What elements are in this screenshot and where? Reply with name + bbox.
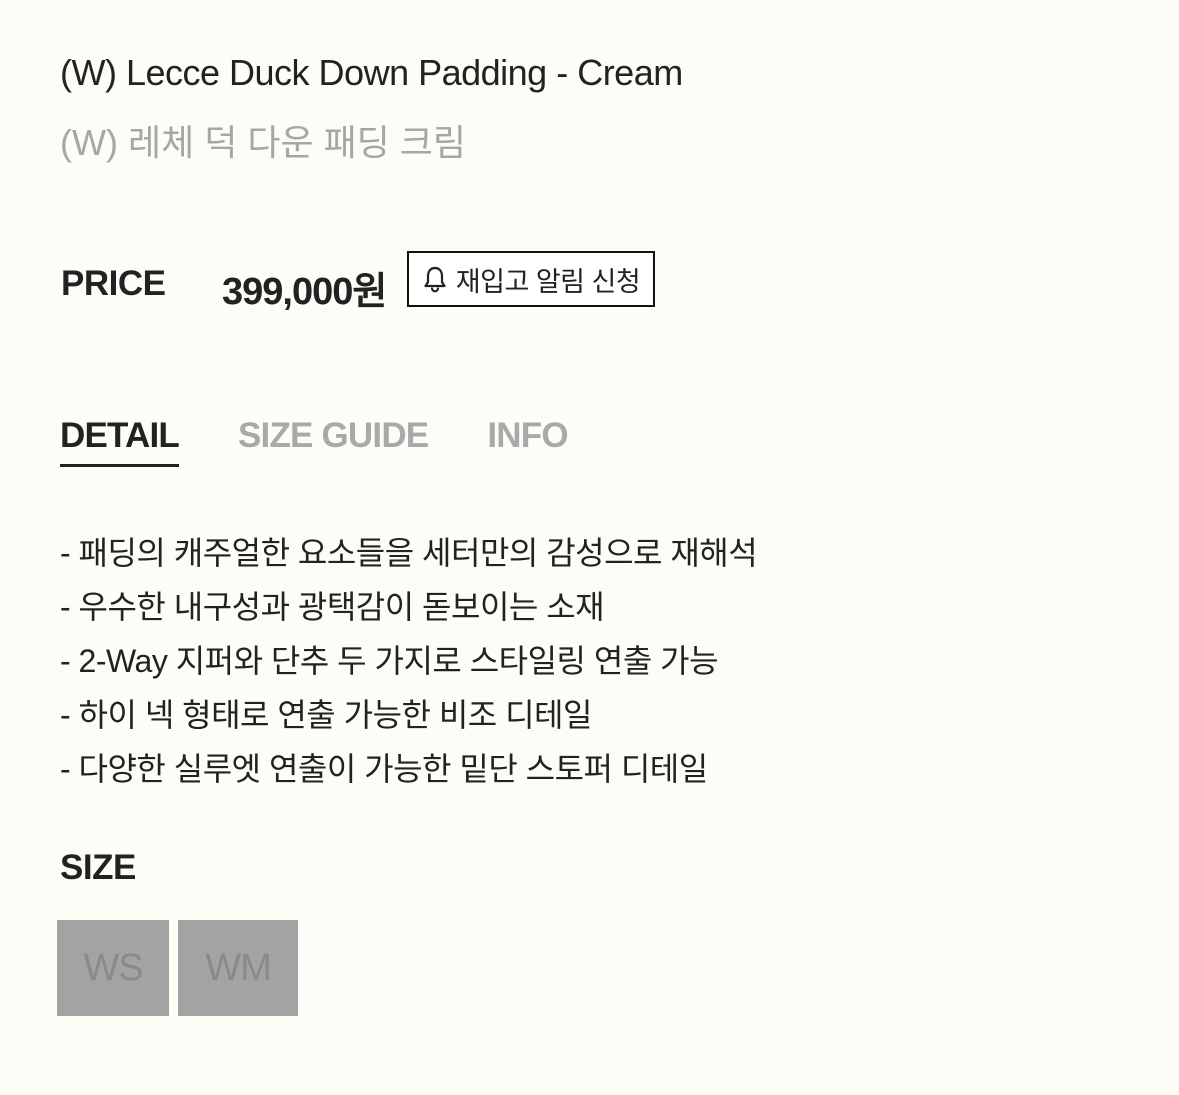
tab-size-guide[interactable]: SIZE GUIDE — [238, 416, 429, 467]
tab-detail[interactable]: DETAIL — [60, 416, 180, 467]
size-option-wm[interactable]: WM — [178, 920, 298, 1016]
tab-info[interactable]: INFO — [487, 416, 568, 467]
detail-tabs: DETAIL SIZE GUIDE INFO — [60, 416, 569, 467]
restock-alert-button[interactable]: 재입고 알림 신청 — [407, 251, 655, 307]
detail-item: - 다양한 실루엣 연출이 가능한 밑단 스토퍼 디테일 — [60, 751, 708, 787]
bell-icon — [424, 266, 446, 293]
restock-alert-label: 재입고 알림 신청 — [455, 266, 641, 297]
detail-item: - 패딩의 캐주얼한 요소들을 세터만의 감성으로 재해석 — [60, 535, 758, 571]
detail-item: - 2-Way 지퍼와 단추 두 가지로 스타일링 연출 가능 — [60, 643, 719, 679]
product-title-en: (W) Lecce Duck Down Padding - Cream — [60, 52, 683, 93]
size-options: WS WM — [57, 920, 298, 1016]
detail-item: - 하이 넥 형태로 연출 가능한 비조 디테일 — [60, 697, 592, 733]
product-title-ko: (W) 레체 덕 다운 패딩 크림 — [60, 122, 467, 163]
size-option-ws[interactable]: WS — [57, 920, 169, 1016]
price-label: PRICE — [61, 264, 166, 303]
detail-list: - 패딩의 캐주얼한 요소들을 세터만의 감성으로 재해석 - 우수한 내구성과… — [60, 526, 758, 796]
detail-item: - 우수한 내구성과 광택감이 돋보이는 소재 — [60, 589, 605, 625]
size-label: SIZE — [60, 848, 136, 887]
price-value: 399,000원 — [222, 271, 387, 313]
